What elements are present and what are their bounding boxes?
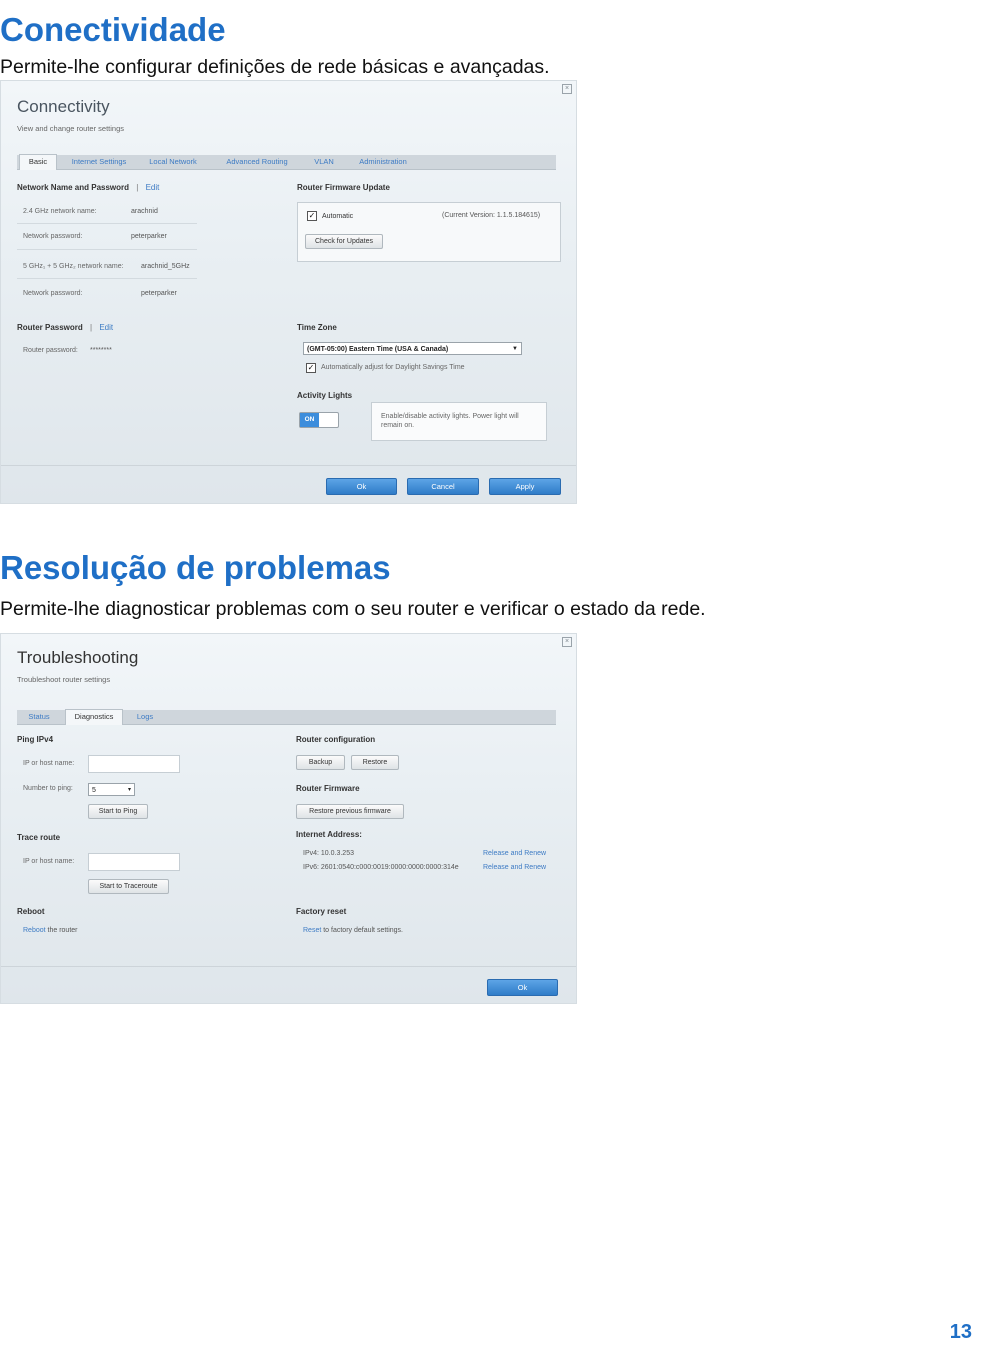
router-firmware-heading: Router Firmware — [296, 784, 360, 793]
reboot-heading: Reboot — [17, 907, 45, 916]
section-heading-connectivity: Conectividade — [0, 11, 226, 48]
ipv6-address: IPv6: 2601:0540:c000:0019:0000:0000:0000… — [303, 864, 459, 871]
trace-route-heading: Trace route — [17, 833, 61, 842]
divider — [17, 223, 197, 224]
router-password-heading: Router Password | Edit — [17, 323, 113, 332]
dst-label: Automatically adjust for Daylight Saving… — [321, 364, 465, 371]
close-icon[interactable]: × — [562, 84, 572, 94]
trace-host-input[interactable] — [88, 853, 180, 871]
activity-lights-note: Enable/disable activity lights. Power li… — [381, 413, 519, 429]
panel-title: Troubleshooting — [17, 648, 139, 667]
close-icon[interactable]: × — [562, 637, 572, 647]
panel-subtitle: View and change router settings — [17, 124, 125, 133]
network-name-password-heading: Network Name and Password | Edit — [17, 183, 159, 192]
router-password-label: Router password: — [23, 347, 78, 354]
ipv6-release-renew-link[interactable]: Release and Renew — [483, 864, 546, 871]
network-value-24ghz: arachnid — [131, 208, 158, 215]
reboot-text-rest: the router — [45, 927, 78, 934]
time-zone-select[interactable]: (GMT-05:00) Eastern Time (USA & Canada) … — [303, 342, 522, 355]
ping-heading: Ping IPv4 — [17, 735, 54, 744]
start-to-traceroute-button[interactable]: Start to Traceroute — [88, 879, 169, 894]
apply-button[interactable]: Apply — [489, 478, 561, 495]
factory-reset-heading: Factory reset — [296, 907, 347, 916]
network-edit-link[interactable]: Edit — [146, 183, 160, 192]
tab-advanced-routing[interactable]: Advanced Routing — [217, 155, 297, 169]
tab-diagnostics[interactable]: Diagnostics — [65, 709, 123, 725]
toggle-on-label: ON — [300, 413, 319, 427]
section-heading-troubleshooting: Resolução de problemas — [0, 549, 391, 586]
network-label-password-2: Network password: — [23, 290, 83, 297]
chevron-down-icon: ▼ — [512, 346, 518, 352]
internet-address-heading: Internet Address: — [296, 830, 362, 839]
dst-checkbox[interactable]: ✓ — [306, 363, 316, 373]
factory-reset-text-rest: to factory default settings. — [321, 927, 404, 934]
panel-title: Connectivity — [17, 97, 110, 116]
time-zone-selected: (GMT-05:00) Eastern Time (USA & Canada) — [307, 346, 449, 353]
chevron-down-icon: ▾ — [127, 787, 131, 793]
factory-reset-text: Reset to factory default settings. — [303, 927, 403, 934]
tab-local-network[interactable]: Local Network — [141, 155, 205, 169]
network-heading-text: Network Name and Password — [17, 183, 130, 192]
automatic-label: Automatic — [322, 213, 354, 220]
backup-button[interactable]: Backup — [296, 755, 345, 770]
tab-internet-settings[interactable]: Internet Settings — [65, 155, 133, 169]
tab-vlan[interactable]: VLAN — [307, 155, 341, 169]
time-zone-heading: Time Zone — [297, 323, 337, 332]
tab-logs[interactable]: Logs — [127, 710, 163, 724]
ok-button[interactable]: Ok — [487, 979, 558, 996]
router-password-value: ******** — [90, 347, 112, 354]
troubleshooting-screenshot: × Troubleshooting Troubleshoot router se… — [0, 633, 577, 1004]
network-value-5ghz: arachnid_5GHz — [141, 263, 190, 270]
section-description-connectivity: Permite-lhe configurar definições de red… — [0, 56, 550, 78]
tab-bar: Status Diagnostics Logs — [17, 709, 556, 725]
router-password-heading-text: Router Password — [17, 323, 83, 332]
trace-host-label: IP or host name: — [23, 858, 75, 865]
ping-host-input[interactable] — [88, 755, 180, 773]
footer-divider — [1, 465, 576, 466]
connectivity-screenshot: × Connectivity View and change router se… — [0, 80, 577, 504]
ping-count-select[interactable]: 5 ▾ — [88, 783, 135, 796]
restore-previous-firmware-button[interactable]: Restore previous firmware — [296, 804, 404, 819]
network-label-5ghz: 5 GHz₁ + 5 GHz₂ network name: — [23, 263, 124, 270]
tab-basic[interactable]: Basic — [19, 154, 57, 170]
network-label-24ghz: 2.4 GHz network name: — [23, 208, 97, 215]
network-label-password-1: Network password: — [23, 233, 83, 240]
activity-lights-heading: Activity Lights — [297, 391, 353, 400]
network-value-password-1: peterparker — [131, 233, 167, 240]
activity-lights-toggle[interactable]: ON — [299, 412, 339, 428]
router-password-separator: | — [90, 323, 93, 332]
ping-host-label: IP or host name: — [23, 760, 75, 767]
reboot-text: Reboot the router — [23, 927, 78, 934]
divider — [17, 278, 197, 279]
ipv4-release-renew-link[interactable]: Release and Renew — [483, 850, 546, 857]
section-description-troubleshooting: Permite-lhe diagnosticar problemas com o… — [0, 598, 706, 620]
cancel-button[interactable]: Cancel — [407, 478, 479, 495]
current-version: (Current Version: 1.1.5.184615) — [442, 212, 541, 219]
reboot-link[interactable]: Reboot — [23, 927, 46, 934]
tab-status[interactable]: Status — [19, 710, 59, 724]
tab-bar: Basic Internet Settings Local Network Ad… — [17, 154, 556, 170]
page-number: 13 — [949, 1321, 972, 1343]
router-password-edit-link[interactable]: Edit — [99, 323, 113, 332]
firmware-update-box: ✓ Automatic (Current Version: 1.1.5.1846… — [297, 202, 561, 262]
tab-administration[interactable]: Administration — [350, 155, 416, 169]
ipv4-address: IPv4: 10.0.3.253 — [303, 850, 354, 857]
activity-lights-note-box: Enable/disable activity lights. Power li… — [371, 402, 547, 441]
check-for-updates-button[interactable]: Check for Updates — [305, 234, 383, 249]
ok-button[interactable]: Ok — [326, 478, 397, 495]
panel-subtitle: Troubleshoot router settings — [17, 675, 111, 684]
network-value-password-2: peterparker — [141, 290, 177, 297]
divider — [17, 249, 197, 250]
automatic-checkbox[interactable]: ✓ — [307, 211, 317, 221]
restore-button[interactable]: Restore — [351, 755, 399, 770]
network-separator: | — [136, 183, 139, 192]
ping-count-label: Number to ping: — [23, 785, 73, 792]
start-to-ping-button[interactable]: Start to Ping — [88, 804, 148, 819]
router-configuration-heading: Router configuration — [296, 735, 376, 744]
footer-divider — [1, 966, 576, 967]
firmware-update-heading: Router Firmware Update — [297, 183, 390, 192]
reset-link[interactable]: Reset — [303, 927, 321, 934]
ping-count-value: 5 — [92, 787, 96, 794]
